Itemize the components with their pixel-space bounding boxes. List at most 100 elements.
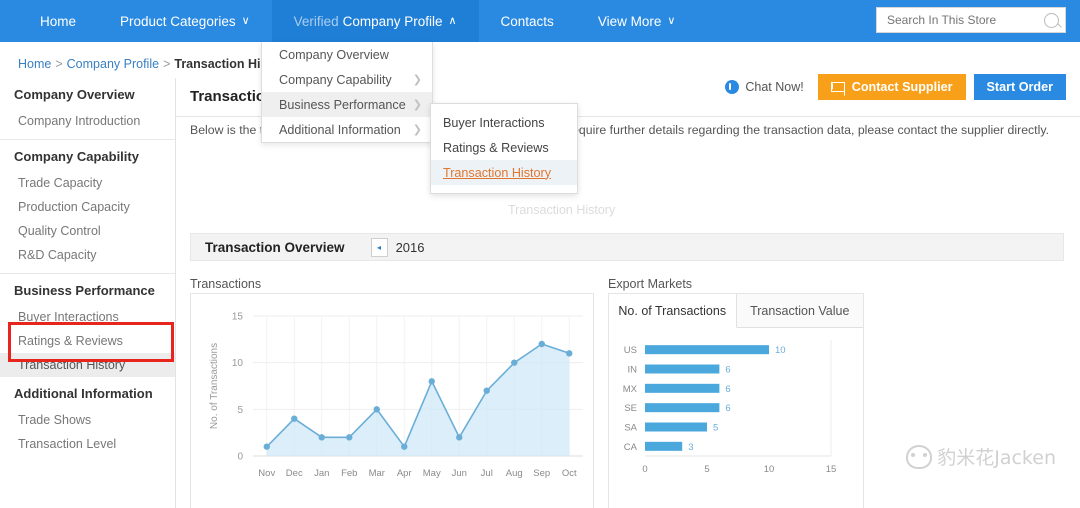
verified-label: Verified [293,13,339,29]
contact-supplier-button[interactable]: Contact Supplier [817,74,966,100]
sidebar-item-quality-control[interactable]: Quality Control [0,219,175,243]
watermark-text: 豹米花Jacken [937,447,1056,469]
search-icon[interactable] [1044,12,1059,28]
transactions-chart-label: Transactions [190,277,262,291]
chevron-right-icon: ❯ [412,99,422,111]
page-root: Home Product Categories ∨ Verified Compa… [0,0,1080,508]
tab-transaction-value[interactable]: Transaction Value [737,294,864,327]
svg-text:Jan: Jan [314,468,329,479]
company-profile-dropdown: Company Overview Company Capability ❯ Bu… [261,42,433,143]
start-order-button[interactable]: Start Order [973,74,1066,100]
sidebar-group-title: Company Capability [14,149,139,164]
nav-item-contacts[interactable]: Contacts [479,0,576,42]
menu-item-label: Business Performance [279,97,406,112]
svg-text:5: 5 [713,423,718,434]
sidebar-item-ratings-reviews[interactable]: Ratings & Reviews [0,329,175,353]
svg-text:May: May [423,468,441,479]
svg-text:5: 5 [704,464,709,475]
previous-year-button[interactable]: ◂ [370,237,388,257]
sidebar: Company Overview Company Introduction Co… [0,78,176,508]
cat-face-icon [906,444,933,469]
menu-item-company-capability[interactable]: Company Capability ❯ [262,67,432,92]
svg-text:0: 0 [237,452,243,463]
nav-item-product-categories[interactable]: Product Categories ∨ [98,0,272,42]
svg-text:Sep: Sep [533,468,550,479]
svg-text:6: 6 [725,384,730,395]
sidebar-item-trade-shows[interactable]: Trade Shows [0,408,175,432]
nav-item-view-more[interactable]: View More ∨ [576,0,698,42]
contact-supplier-label: Contact Supplier [851,80,953,94]
svg-text:SE: SE [624,403,637,414]
breadcrumb-company-profile[interactable]: Company Profile [67,57,159,71]
chat-now-button[interactable]: Chat Now! [725,80,804,94]
svg-text:10: 10 [232,358,244,369]
svg-text:Jun: Jun [452,468,467,479]
sidebar-group-title: Company Overview [14,87,135,102]
transactions-chart-card: 0 5 10 15 Nov Dec Jan Feb Mar Apr May Jun Jul Aug Sep O… [190,293,594,508]
transaction-overview-header: Transaction Overview ◂ 2016 [190,233,1064,261]
submenu-item-ratings-reviews[interactable]: Ratings & Reviews [431,135,577,160]
svg-text:3: 3 [688,442,693,453]
sidebar-item-transaction-history[interactable]: Transaction History [0,353,175,377]
transaction-overview-title: Transaction Overview [205,239,345,255]
svg-text:Feb: Feb [341,468,357,479]
export-markets-tabs: No. of Transactions Transaction Value [609,294,863,328]
nav-item-list: Home Product Categories ∨ Verified Compa… [18,0,697,42]
svg-text:No. of Transactions: No. of Transactions [209,343,220,429]
svg-text:CA: CA [624,442,638,453]
envelope-icon [830,82,845,92]
tab-no-of-transactions[interactable]: No. of Transactions [609,294,737,328]
svg-text:Dec: Dec [286,468,303,479]
sidebar-group-company-capability: Company Capability Trade Capacity Produc… [0,140,175,267]
menu-item-label: Company Overview [279,47,389,62]
breadcrumb-separator: > [163,57,171,71]
search-box[interactable] [876,7,1066,33]
svg-text:15: 15 [232,312,244,323]
menu-item-company-overview[interactable]: Company Overview [262,42,432,67]
nav-item-verified-company-profile[interactable]: Verified Company Profile ∧ [271,0,479,42]
business-performance-submenu: Buyer Interactions Ratings & Reviews Tra… [430,103,578,194]
svg-text:15: 15 [826,464,837,475]
nav-item-label: View More [597,13,662,29]
sidebar-group-title: Additional Information [14,386,153,401]
menu-item-additional-information[interactable]: Additional Information ❯ [262,117,432,142]
sidebar-item-trade-capacity[interactable]: Trade Capacity [0,171,175,195]
nav-item-label: Contacts [500,13,554,29]
svg-text:10: 10 [775,345,786,356]
svg-text:10: 10 [764,464,775,475]
svg-text:Nov: Nov [258,468,275,479]
watermark: 豹米花Jacken [906,443,1056,470]
svg-text:Apr: Apr [397,468,412,479]
submenu-item-transaction-history[interactable]: Transaction History [431,160,577,185]
nav-item-home[interactable]: Home [18,0,98,42]
year-label: 2016 [395,239,425,255]
sidebar-item-transaction-level[interactable]: Transaction Level [0,432,175,456]
sidebar-item-company-introduction[interactable]: Company Introduction [0,109,175,133]
nav-item-label: Company Profile [342,13,443,29]
submenu-item-buyer-interactions[interactable]: Buyer Interactions [431,110,577,135]
menu-item-label: Company Capability [279,72,392,87]
search-input[interactable] [885,12,1044,28]
export-markets-card: No. of Transactions Transaction Value US… [608,293,864,508]
svg-text:Oct: Oct [562,468,577,479]
menu-item-label: Additional Information [279,122,401,137]
sidebar-group-business-performance: Business Performance Buyer Interactions … [0,274,175,377]
sidebar-item-rd-capacity[interactable]: R&D Capacity [0,243,175,267]
svg-text:IN: IN [628,365,638,376]
chevron-down-icon: ∨ [667,14,676,27]
sidebar-item-production-capacity[interactable]: Production Capacity [0,195,175,219]
breadcrumb-home[interactable]: Home [18,57,51,71]
action-buttons: Chat Now! Contact Supplier Start Order [725,74,1066,100]
export-markets-label: Export Markets [608,277,693,291]
sidebar-item-buyer-interactions[interactable]: Buyer Interactions [0,305,175,329]
svg-text:MX: MX [623,384,638,395]
svg-text:Jul: Jul [481,468,493,479]
breadcrumb: Home > Company Profile > Transaction Histo [18,57,279,71]
breadcrumb-separator: > [55,57,63,71]
svg-text:Aug: Aug [506,468,523,479]
start-order-label: Start Order [986,80,1054,94]
chat-bubble-icon [725,80,740,94]
svg-text:6: 6 [725,403,730,414]
menu-item-business-performance[interactable]: Business Performance ❯ [262,92,432,117]
svg-text:6: 6 [725,365,730,376]
